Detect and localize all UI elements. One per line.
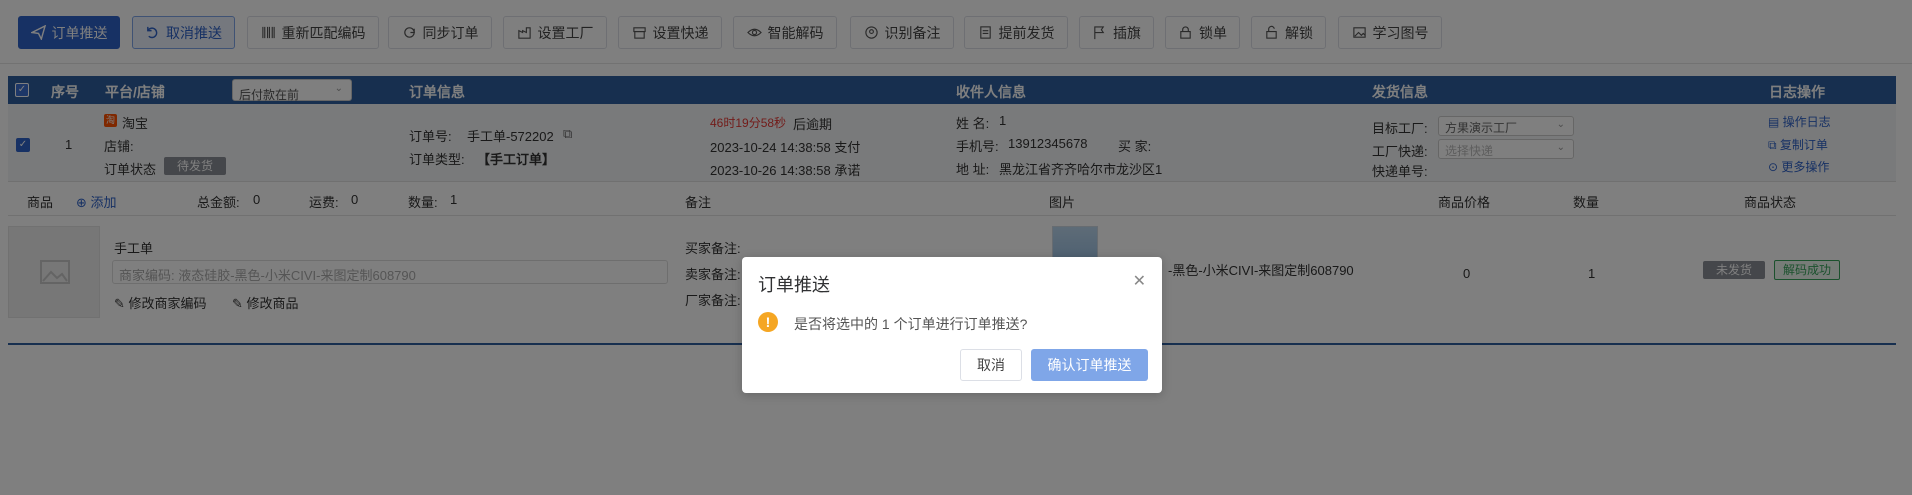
modal-overlay[interactable] — [0, 0, 1912, 495]
dialog-message: 是否将选中的 1 个订单进行订单推送? — [794, 316, 1028, 332]
confirm-push-button[interactable]: 确认订单推送 — [1031, 349, 1148, 381]
close-icon[interactable]: ✕ — [1133, 271, 1146, 291]
warning-icon: ! — [758, 312, 778, 332]
cancel-button[interactable]: 取消 — [960, 349, 1022, 381]
push-confirm-dialog: 订单推送 ✕ ! 是否将选中的 1 个订单进行订单推送? 取消 确认订单推送 — [742, 257, 1162, 393]
dialog-title: 订单推送 — [758, 275, 830, 295]
